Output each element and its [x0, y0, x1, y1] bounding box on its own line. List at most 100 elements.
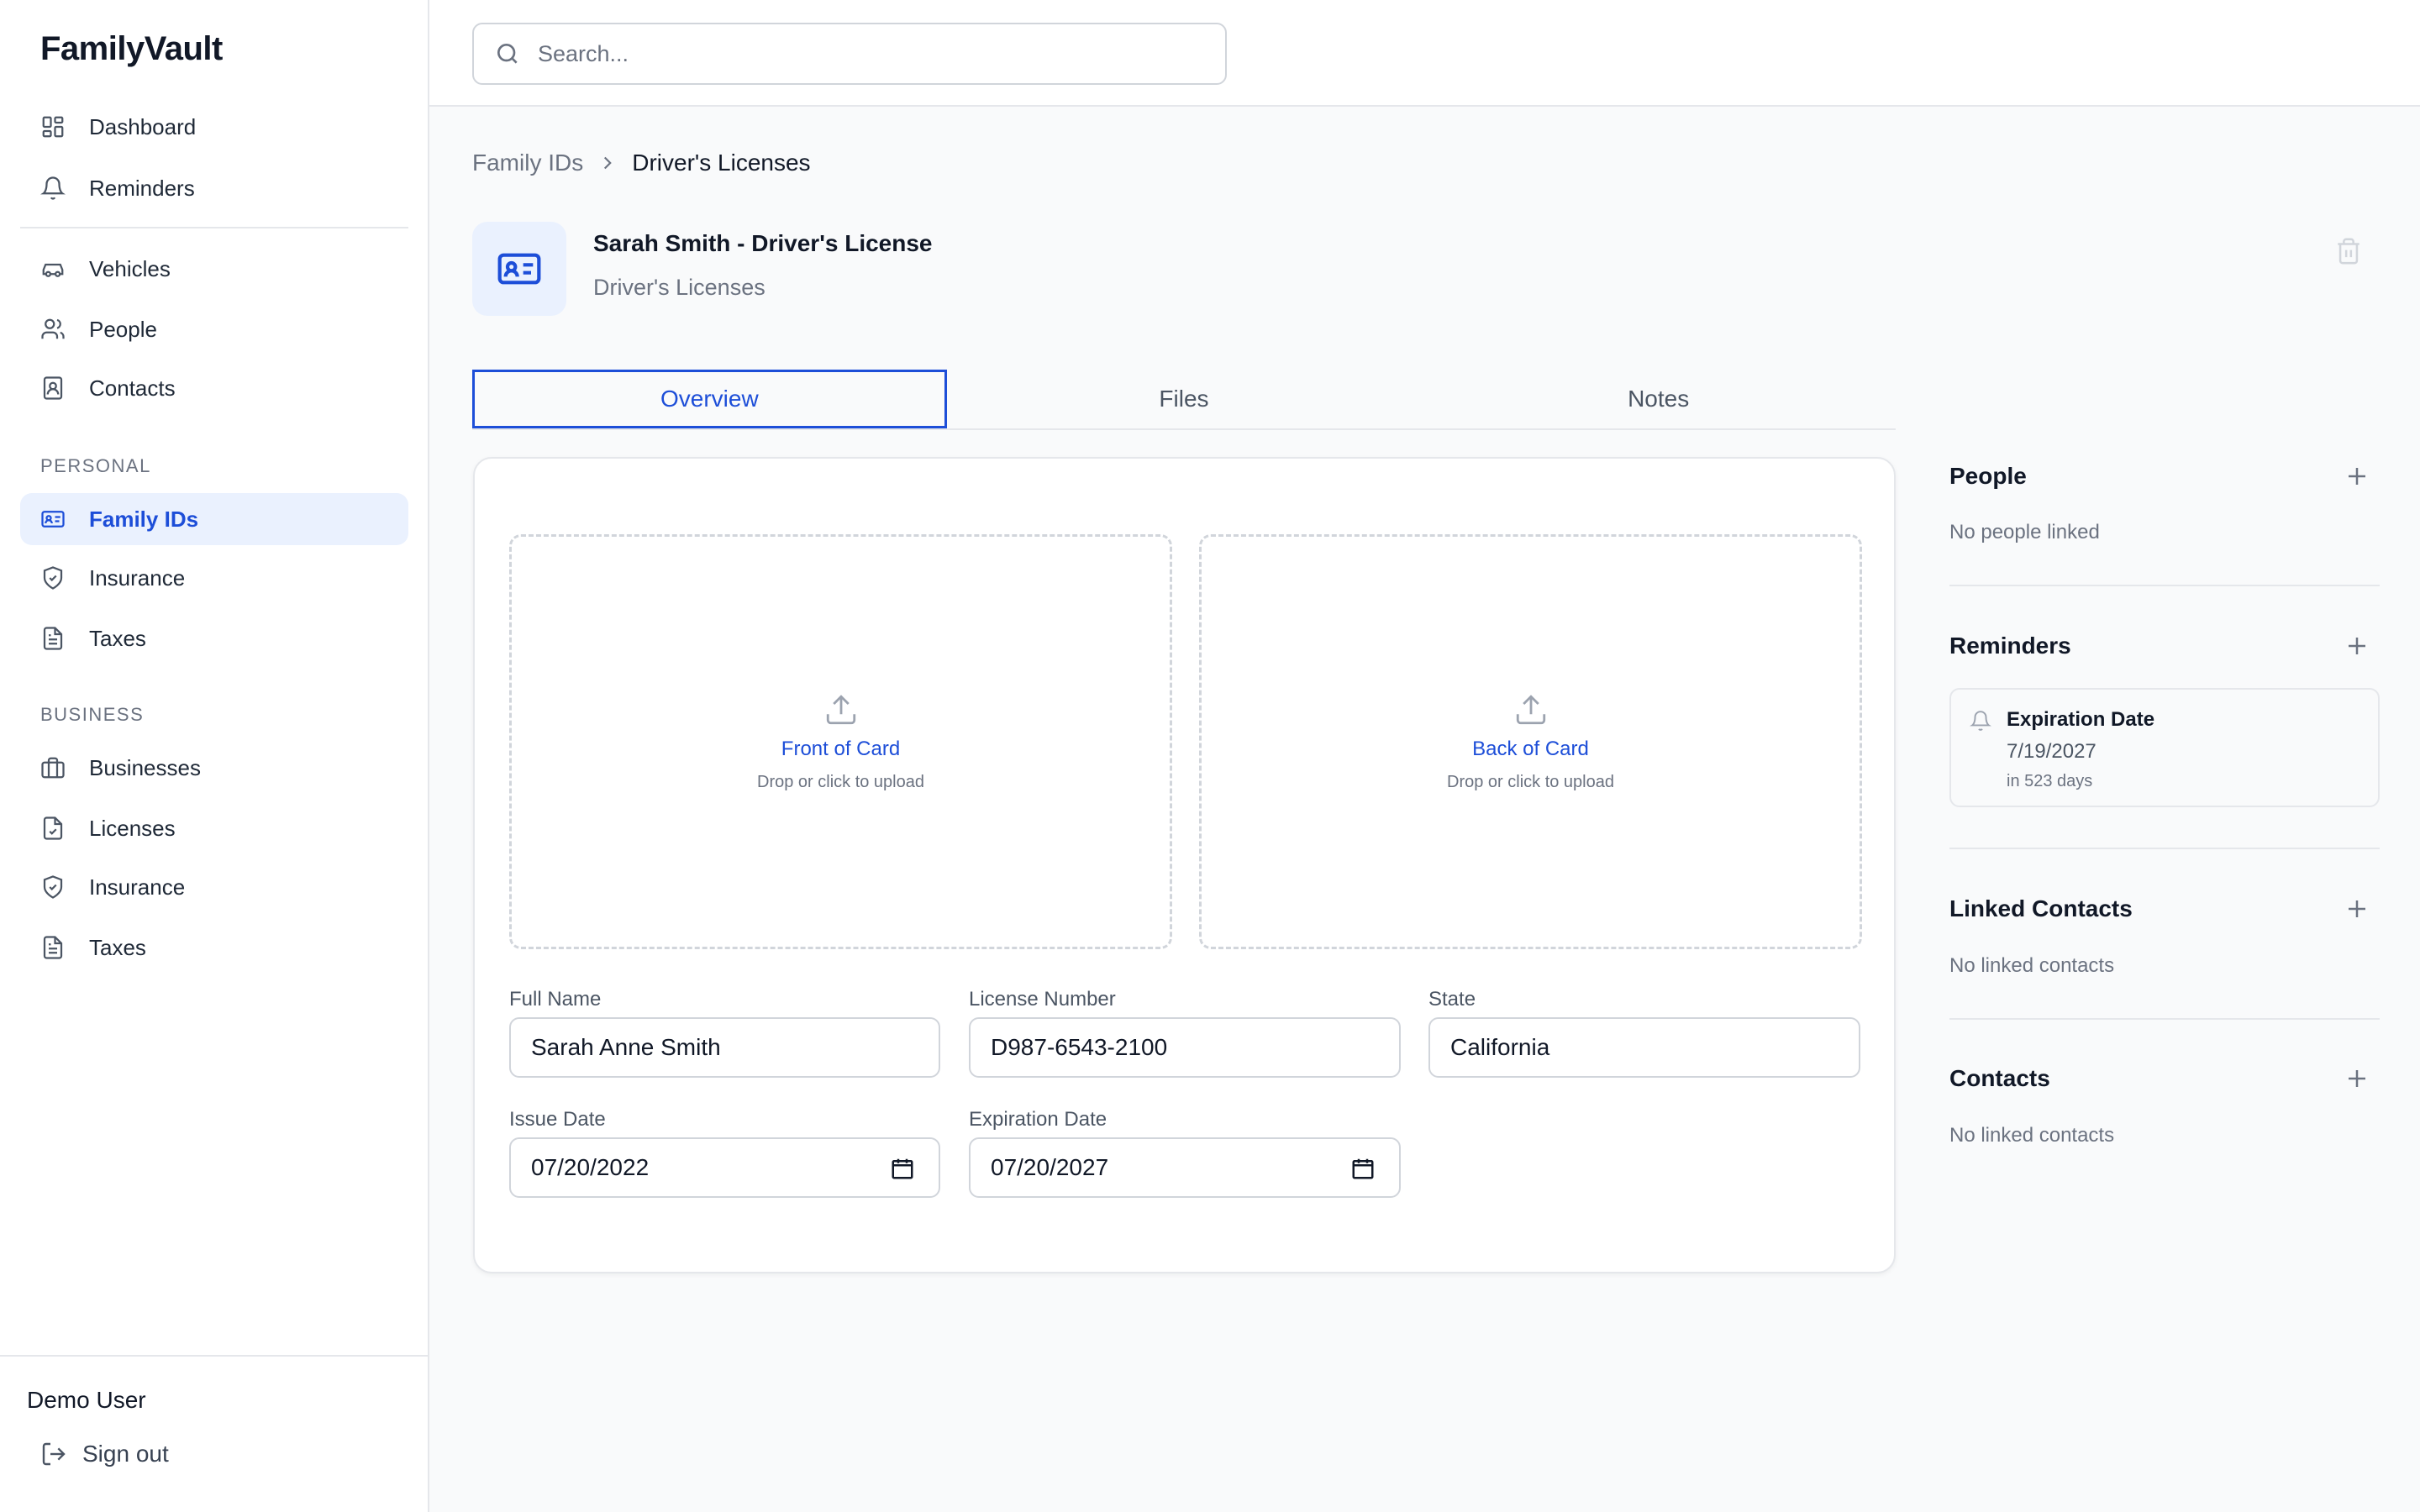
sidebar-item-label: Reminders — [89, 175, 195, 201]
signout-button[interactable]: Sign out — [40, 1441, 169, 1467]
sidebar-item-business-taxes[interactable]: Taxes — [20, 921, 408, 974]
document-icon — [43, 936, 63, 959]
section-divider — [1949, 1018, 2380, 1020]
contact-book-icon — [43, 376, 63, 400]
signout-label: Sign out — [82, 1441, 169, 1467]
issue-date-label: Issue Date — [509, 1108, 606, 1131]
sidebar-item-label: Insurance — [89, 874, 186, 900]
chevron-right-icon — [604, 156, 613, 170]
add-contact-button[interactable] — [2344, 1066, 2370, 1091]
dropzone-title: Front of Card — [781, 737, 901, 760]
sidebar-item-insurance[interactable]: Insurance — [20, 552, 408, 604]
linked-contacts-empty-text: No linked contacts — [1949, 954, 2115, 977]
id-card-icon — [497, 253, 541, 285]
full-name-field[interactable] — [509, 1017, 940, 1078]
add-person-button[interactable] — [2344, 464, 2370, 489]
section-divider — [1949, 585, 2380, 586]
contacts-empty-text: No linked contacts — [1949, 1124, 2115, 1147]
bell-icon — [40, 176, 66, 200]
sidebar-item-vehicles[interactable]: Vehicles — [20, 243, 408, 295]
issue-date-field[interactable] — [531, 1139, 850, 1196]
breadcrumb: Family IDs Driver's Licenses — [472, 150, 811, 176]
sidebar: FamilyVault Dashboard Reminders Vehicles… — [0, 0, 429, 1512]
section-divider — [1949, 848, 2380, 849]
section-heading-business: BUSINESS — [40, 704, 145, 725]
tab-overview[interactable]: Overview — [472, 370, 947, 428]
add-reminder-button[interactable] — [2344, 633, 2370, 659]
reminder-item[interactable]: Expiration Date 7/19/2027 in 523 days — [1949, 688, 2380, 807]
license-number-field[interactable] — [969, 1017, 1401, 1078]
delete-button[interactable] — [2334, 237, 2363, 265]
front-card-dropzone[interactable]: Front of Card Drop or click to upload — [509, 534, 1172, 949]
users-icon — [41, 318, 65, 339]
reminder-relative-time: in 523 days — [2007, 772, 2093, 790]
sidebar-item-label: Licenses — [89, 815, 176, 841]
search-icon — [497, 44, 518, 64]
upload-icon — [1516, 694, 1545, 724]
expiration-date-label: Expiration Date — [969, 1108, 1107, 1131]
contacts-section-title: Contacts — [1949, 1065, 2050, 1091]
linked-contacts-section-title: Linked Contacts — [1949, 895, 2133, 921]
dashboard-icon — [42, 116, 64, 138]
people-section-title: People — [1949, 463, 2027, 489]
add-linked-contact-button[interactable] — [2344, 896, 2370, 921]
shield-icon — [43, 875, 63, 899]
car-icon — [42, 263, 64, 277]
overview-card: Front of Card Drop or click to upload Ba… — [473, 457, 1896, 1273]
logout-icon — [42, 1442, 66, 1466]
document-type-badge — [472, 222, 566, 316]
dropzone-title: Back of Card — [1472, 737, 1589, 760]
app-logo[interactable]: FamilyVault — [40, 30, 223, 68]
page-subtitle: Driver's Licenses — [593, 275, 765, 300]
calendar-icon[interactable] — [1350, 1156, 1376, 1181]
sidebar-item-label: Businesses — [89, 754, 201, 780]
sidebar-item-dashboard[interactable]: Dashboard — [20, 101, 408, 153]
briefcase-icon — [41, 757, 65, 779]
back-card-dropzone[interactable]: Back of Card Drop or click to upload — [1199, 534, 1862, 949]
sidebar-item-label: Taxes — [89, 934, 146, 960]
sidebar-item-reminders[interactable]: Reminders — [20, 162, 408, 214]
search-box[interactable] — [472, 23, 1227, 85]
breadcrumb-link-family-ids[interactable]: Family IDs — [472, 150, 583, 176]
state-field[interactable] — [1428, 1017, 1860, 1078]
shield-icon — [43, 566, 63, 590]
user-name: Demo User — [27, 1387, 146, 1413]
section-heading-personal: PERSONAL — [40, 455, 151, 476]
tab-files[interactable]: Files — [947, 370, 1422, 428]
upload-icon — [826, 694, 855, 724]
reminder-title: Expiration Date — [2007, 708, 2155, 731]
sidebar-item-label: Vehicles — [89, 255, 171, 281]
sidebar-item-label: Dashboard — [89, 113, 197, 139]
search-input[interactable] — [538, 40, 1193, 67]
sidebar-item-businesses[interactable]: Businesses — [20, 742, 408, 794]
state-label: State — [1428, 988, 1476, 1011]
sidebar-item-label: People — [89, 316, 157, 342]
document-icon — [43, 627, 63, 650]
sidebar-footer: Demo User Sign out — [0, 1355, 428, 1512]
trash-icon — [2338, 238, 2360, 265]
top-bar — [429, 0, 2420, 107]
sidebar-item-family-ids[interactable]: Family IDs — [20, 493, 408, 545]
sidebar-item-label: Contacts — [89, 375, 176, 401]
tab-notes[interactable]: Notes — [1421, 370, 1896, 428]
sidebar-item-people[interactable]: People — [20, 303, 408, 355]
sidebar-item-business-insurance[interactable]: Insurance — [20, 861, 408, 913]
sidebar-item-taxes[interactable]: Taxes — [20, 612, 408, 664]
dropzone-hint: Drop or click to upload — [757, 772, 924, 791]
calendar-icon[interactable] — [890, 1156, 915, 1181]
tab-bar: Overview Files Notes — [472, 370, 1896, 430]
sidebar-item-label: Insurance — [89, 564, 186, 591]
license-number-label: License Number — [969, 988, 1116, 1011]
page-title: Sarah Smith - Driver's License — [593, 230, 933, 256]
sidebar-item-label: Family IDs — [89, 506, 199, 532]
expiration-date-field[interactable] — [991, 1139, 1310, 1196]
sidebar-item-contacts[interactable]: Contacts — [20, 362, 408, 414]
sidebar-item-licenses[interactable]: Licenses — [20, 802, 408, 854]
dropzone-hint: Drop or click to upload — [1447, 772, 1614, 791]
people-empty-text: No people linked — [1949, 521, 2100, 543]
id-card-icon — [41, 511, 65, 528]
nav-divider — [20, 227, 408, 228]
bell-icon — [1970, 711, 1991, 731]
expiration-date-picker — [969, 1137, 1401, 1198]
reminders-section-title: Reminders — [1949, 633, 2071, 659]
